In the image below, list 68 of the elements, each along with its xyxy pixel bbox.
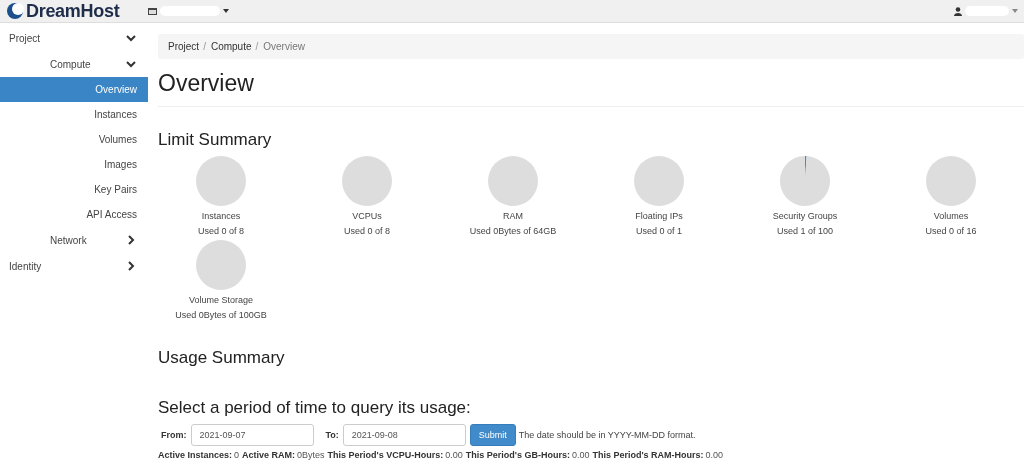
sidebar-item[interactable]: Network: [0, 227, 148, 253]
breadcrumb-separator: /: [203, 41, 206, 52]
breadcrumb-item[interactable]: Project: [168, 41, 200, 52]
stat-value: 0.00: [445, 450, 463, 460]
logo-text: DreamHost: [26, 0, 120, 22]
field-label: From:: [161, 430, 187, 440]
sidebar-link[interactable]: Overview: [0, 77, 148, 102]
user-icon: [954, 6, 962, 16]
quota-usage: Used 0Bytes of 64GB: [469, 226, 557, 236]
sidebar-link[interactable]: Instances: [0, 102, 148, 127]
pie-chart: [488, 156, 538, 206]
chevron-right-icon: [126, 261, 136, 271]
logo-icon: [6, 2, 24, 20]
stat-label: This Period's VCPU-Hours:: [327, 450, 444, 460]
stat-label: Active Instances:: [158, 450, 233, 460]
chevron-right-icon: [126, 235, 136, 245]
quota-name: Volume Storage: [188, 295, 253, 305]
sidebar-link[interactable]: Volumes: [0, 127, 148, 152]
quota-name: RAM: [503, 211, 523, 221]
pie-chart: [342, 156, 392, 206]
chevron-down-icon: [126, 33, 136, 43]
sidebar-link[interactable]: API Access: [0, 202, 148, 227]
pie-chart: [196, 240, 246, 290]
submit-button[interactable]: Submit: [469, 424, 516, 446]
hint-text: The date should be in YYYY-MM-DD format.: [518, 430, 696, 440]
quota-usage: Used 0 of 8: [344, 226, 390, 236]
quota-usage: Used 0 of 1: [636, 226, 682, 236]
breadcrumb-item[interactable]: Compute: [210, 41, 252, 52]
stat-value: 0Bytes: [297, 450, 325, 460]
query-title: Select a period of time to query its usage:: [158, 398, 472, 418]
stat-label: This Period's GB-Hours:: [465, 450, 570, 460]
sidebar-item[interactable]: Identity: [0, 253, 148, 279]
page-title: Overview: [158, 70, 1024, 107]
server-icon: [148, 7, 157, 15]
breadcrumb-item: Overview: [263, 41, 305, 52]
stat-label: This Period's RAM-Hours:: [592, 450, 704, 460]
breadcrumb-separator: /: [255, 41, 259, 52]
stat-value: 0: [234, 450, 240, 460]
quota-name: Instances: [201, 211, 241, 221]
pie-chart: [196, 156, 246, 206]
date-field[interactable]: 2021-09-07: [190, 424, 314, 446]
quota-usage: Used 0Bytes of 100GB: [175, 310, 267, 320]
sidebar-link[interactable]: Images: [0, 152, 148, 177]
sidebar-item[interactable]: Compute: [0, 51, 148, 77]
quota-name: Security Groups: [772, 211, 838, 221]
user-menu[interactable]: [954, 6, 1018, 16]
date-field[interactable]: 2021-09-08: [342, 424, 466, 446]
caret-icon: [1012, 9, 1018, 13]
caret-icon: [223, 9, 229, 13]
stat-value: 0.00: [705, 450, 724, 460]
pie-chart: [926, 156, 976, 206]
field-label: To:: [325, 430, 339, 440]
quota-name: VCPUs: [352, 211, 382, 221]
quota-usage: Used 0 of 16: [925, 226, 977, 236]
stat-label: Active RAM:: [242, 450, 296, 460]
pie-chart: [634, 156, 684, 206]
pie-chart: [780, 156, 830, 206]
section-title: Limit Summary: [158, 130, 273, 150]
project-dropdown[interactable]: [148, 6, 229, 16]
quota-name: Floating IPs: [635, 211, 683, 221]
section-title: Usage Summary: [158, 348, 286, 368]
stat-value: 0.00: [571, 450, 590, 460]
quota-name: Volumes: [933, 211, 969, 221]
quota-usage: Used 0 of 8: [198, 226, 244, 236]
sidebar-item[interactable]: Project: [0, 25, 148, 51]
sidebar-link[interactable]: Key Pairs: [0, 177, 148, 202]
chevron-down-icon: [126, 59, 136, 69]
quota-usage: Used 1 of 100: [776, 226, 833, 236]
